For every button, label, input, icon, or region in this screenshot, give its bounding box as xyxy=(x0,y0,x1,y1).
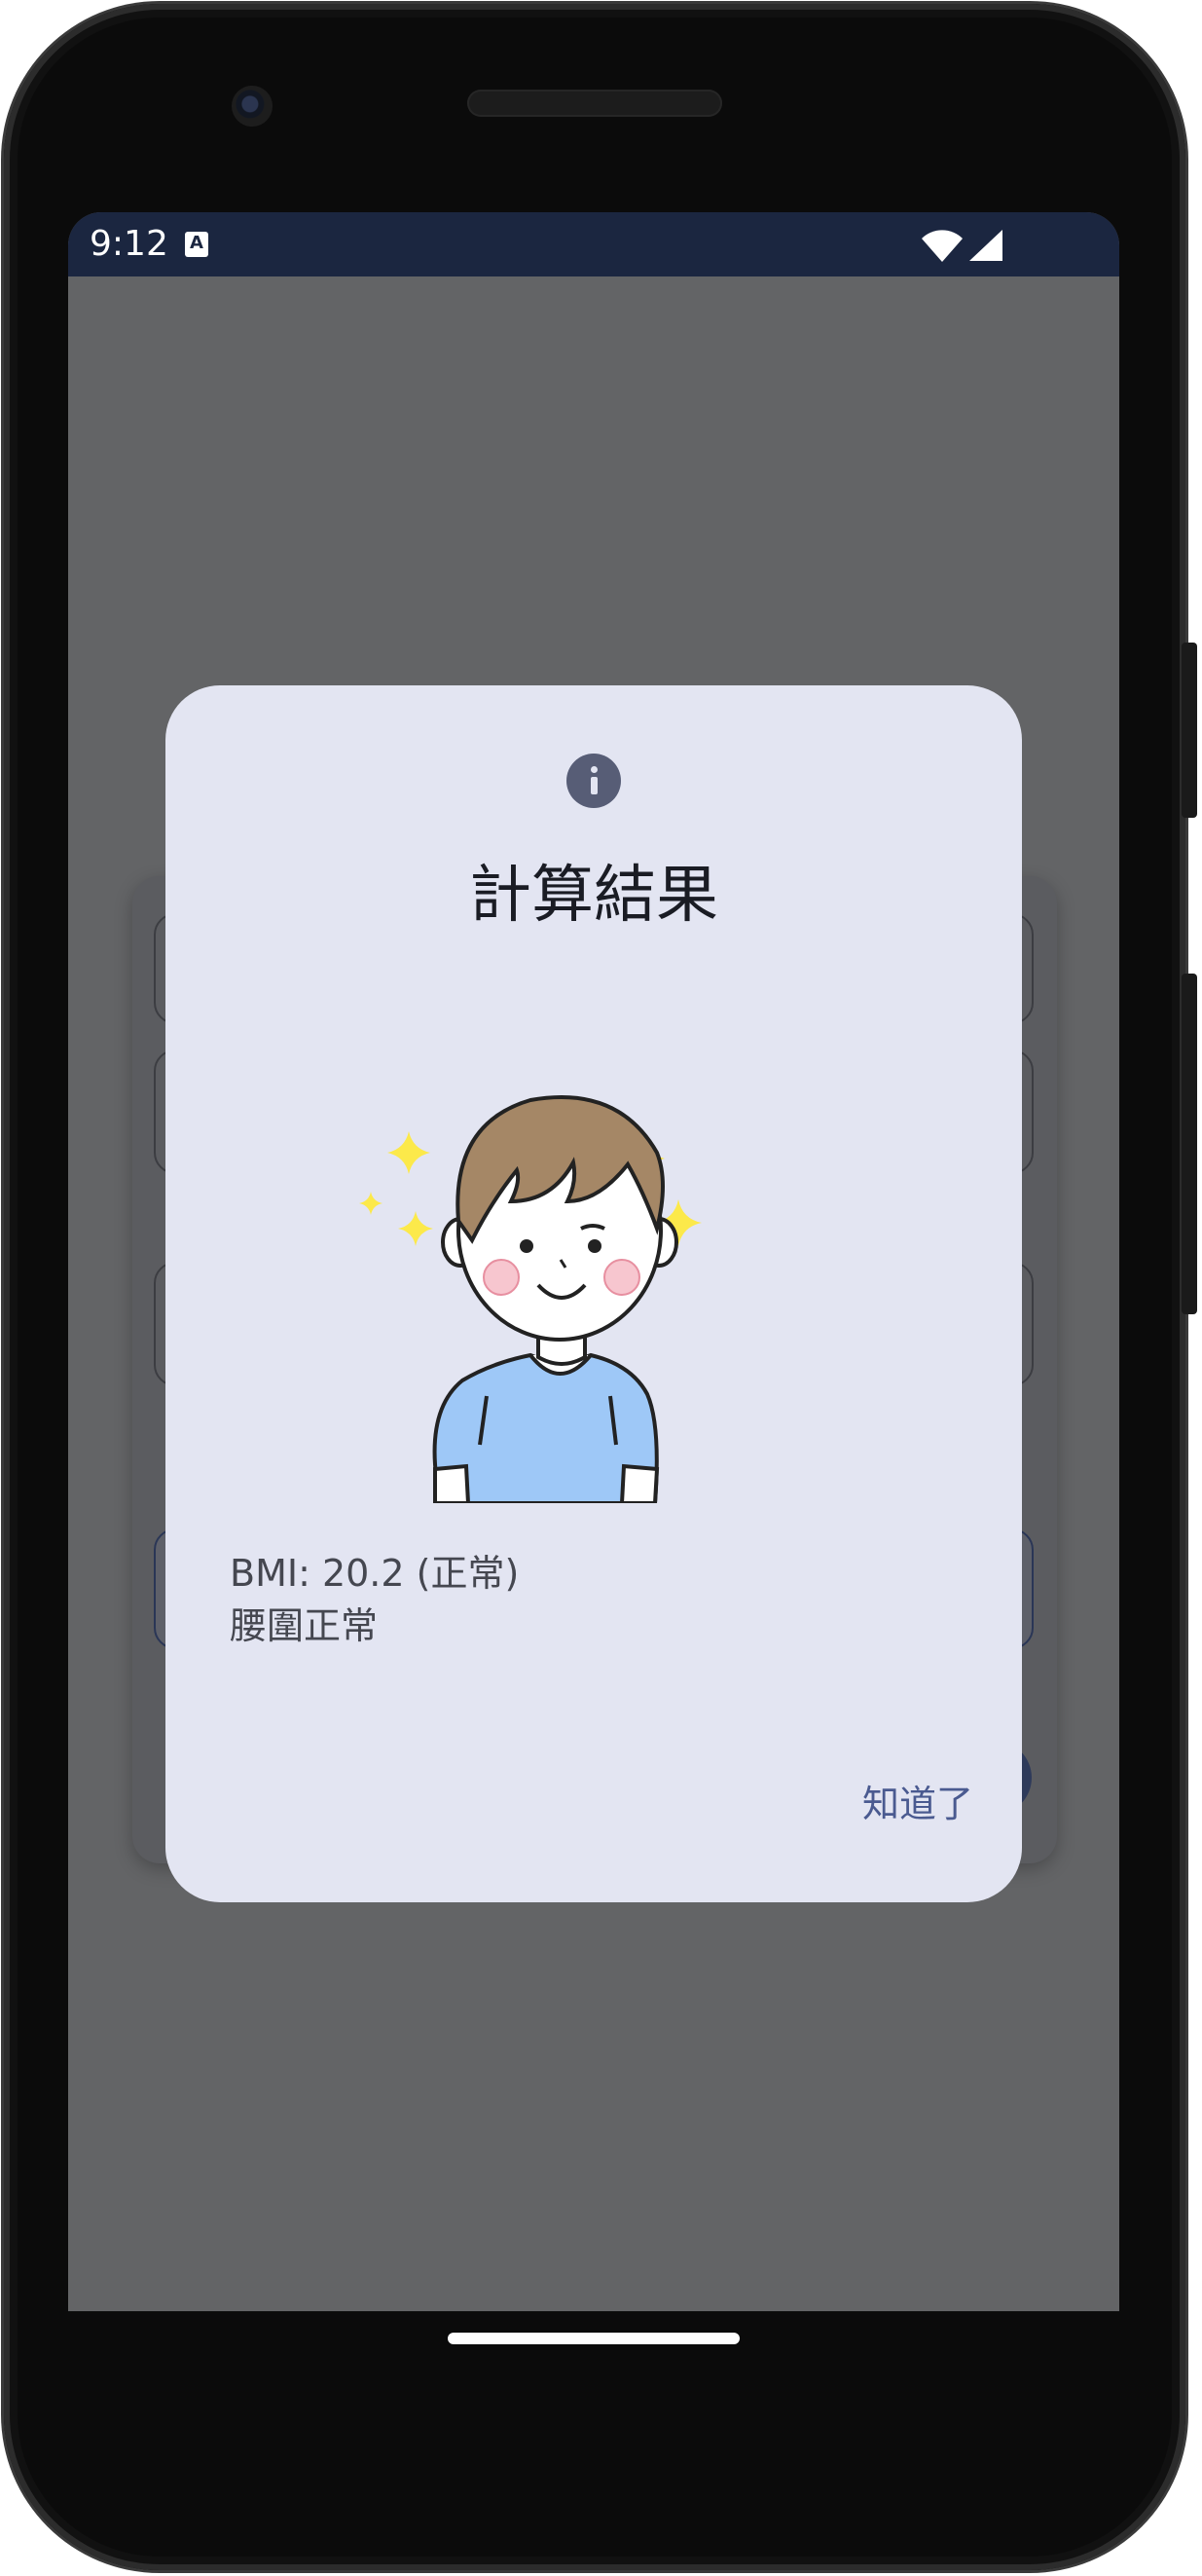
front-camera xyxy=(232,86,273,127)
screen: 9:12 A 計算結果 BMI: 20.2 (正常) 腰圍正常 知道了 xyxy=(68,212,1119,2311)
result-dialog: 計算結果 BMI: 20.2 (正常) 腰圍正常 知道了 xyxy=(165,685,1022,1902)
smiling-boy-illustration xyxy=(359,1095,702,1503)
confirm-button[interactable]: 知道了 xyxy=(847,1766,973,1834)
keyboard-a-icon: A xyxy=(185,232,208,257)
volume-rocker xyxy=(1182,974,1197,1314)
info-icon xyxy=(566,754,621,808)
earpiece-speaker xyxy=(467,90,722,117)
status-bar: 9:12 A xyxy=(68,212,1119,276)
wifi-icon xyxy=(922,230,963,262)
cellular-signal-icon xyxy=(969,230,1002,261)
waist-result: 腰圍正常 xyxy=(230,1604,379,1647)
status-time: 9:12 xyxy=(90,224,168,264)
bmi-result: BMI: 20.2 (正常) xyxy=(230,1552,520,1595)
home-indicator[interactable] xyxy=(448,2333,740,2344)
power-button xyxy=(1182,643,1197,818)
dialog-title: 計算結果 xyxy=(469,860,718,932)
